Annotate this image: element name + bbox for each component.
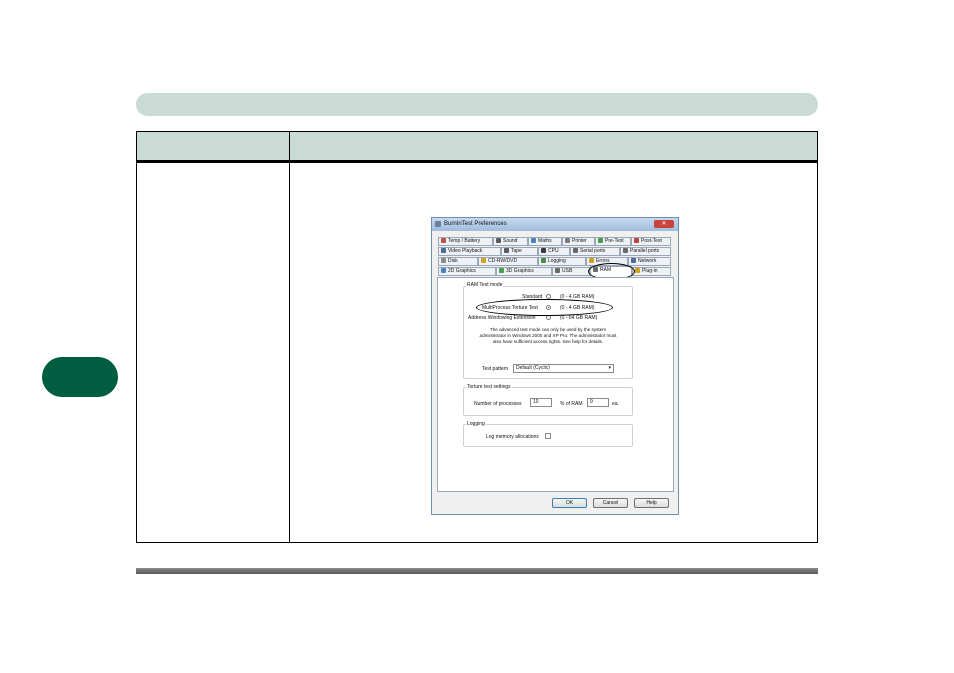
clipboard-icon	[598, 238, 603, 244]
log-alloc-label: Log memory allocations	[486, 434, 539, 440]
tab-cd-rw-dvd[interactable]: CD-RW/DVD	[478, 257, 538, 266]
tab-tape[interactable]: Tape	[501, 247, 538, 256]
parallel-port-icon	[623, 248, 628, 254]
tab-printer[interactable]: Printer	[562, 237, 595, 246]
tab-post-test[interactable]: Post-Test	[631, 237, 671, 246]
serial-port-icon	[573, 248, 578, 254]
tab-3d-graphics[interactable]: 3D Graphics	[496, 267, 552, 276]
ram-tab-panel: RAM Test mode Standard (0 - 4 GB RAM) Mu…	[437, 277, 674, 492]
ea-label: ea.	[612, 401, 619, 407]
logging-label: Logging	[466, 421, 486, 427]
tape-icon	[504, 248, 509, 254]
film-icon	[441, 248, 446, 254]
torture-test-label: Torture test settings	[466, 384, 512, 390]
chevron-down-icon: ▾	[608, 365, 611, 371]
footer-rule	[136, 568, 818, 574]
flag-icon	[634, 238, 639, 244]
dialog-title-bar: BurnInTest Preferences ✕	[432, 218, 678, 231]
page-header-bar	[136, 93, 818, 116]
processes-label: Number of processes	[474, 401, 522, 407]
tab-plug-in[interactable]: Plug-in	[632, 267, 671, 276]
speaker-icon	[496, 238, 501, 244]
dialog-title: BurnInTest Preferences	[444, 221, 507, 227]
awe-label: Address Windowing Extension	[468, 315, 536, 321]
table-header-row	[137, 132, 817, 163]
test-pattern-label: Test pattern	[482, 366, 509, 372]
tab-logging[interactable]: Logging	[538, 257, 586, 266]
plugin-icon	[635, 268, 640, 274]
ok-button[interactable]: OK	[552, 498, 587, 508]
disk-icon	[441, 258, 446, 264]
tab-serial-ports[interactable]: Serial ports	[570, 247, 620, 256]
awe-range: (0 - 64 GB RAM)	[560, 315, 598, 321]
network-icon	[631, 258, 636, 264]
printer-icon	[565, 238, 570, 244]
tab-pre-test[interactable]: Pre-Test	[595, 237, 631, 246]
chapter-side-tab	[42, 357, 118, 397]
usb-icon	[555, 268, 560, 274]
cube-icon	[499, 268, 504, 274]
processes-input[interactable]: 10	[530, 398, 552, 407]
table-column-divider	[289, 132, 290, 542]
multiprocess-highlight	[476, 299, 613, 316]
close-icon[interactable]: ✕	[654, 220, 674, 228]
cd-icon	[481, 258, 486, 264]
tab-2d-graphics[interactable]: 2D Graphics	[438, 267, 496, 276]
tab-cpu[interactable]: CPU	[538, 247, 570, 256]
tab-sound[interactable]: Sound	[493, 237, 528, 246]
pct-ram-label: % of RAM	[560, 401, 583, 407]
tab-network[interactable]: Network	[628, 257, 671, 266]
calculator-icon	[531, 238, 536, 244]
pct-ram-input[interactable]: 9	[587, 398, 609, 407]
thermometer-icon	[441, 238, 446, 244]
warning-icon	[589, 258, 594, 264]
tab-video-playback[interactable]: Video Playback	[438, 247, 501, 256]
log-icon	[541, 258, 546, 264]
tab-temp-battery[interactable]: Temp / Battery	[438, 237, 493, 246]
tab-maths[interactable]: Maths	[528, 237, 562, 246]
app-icon	[435, 221, 441, 227]
monitor-icon	[441, 268, 446, 274]
burnintest-preferences-dialog: BurnInTest Preferences ✕ Temp / Battery …	[431, 217, 679, 515]
chip-icon	[541, 248, 546, 254]
tab-disk[interactable]: Disk	[438, 257, 478, 266]
tab-parallel-ports[interactable]: Parallel ports	[620, 247, 671, 256]
cancel-button[interactable]: Cancel	[593, 498, 628, 508]
advanced-mode-note: The advanced test mode can only be used …	[479, 327, 617, 344]
tab-usb[interactable]: USB	[552, 267, 590, 276]
log-alloc-checkbox[interactable]	[545, 433, 551, 439]
ram-test-mode-label: RAM Test mode	[466, 282, 504, 288]
help-button[interactable]: Help	[634, 498, 669, 508]
test-pattern-select[interactable]: Default (Cyclic) ▾	[513, 364, 614, 373]
